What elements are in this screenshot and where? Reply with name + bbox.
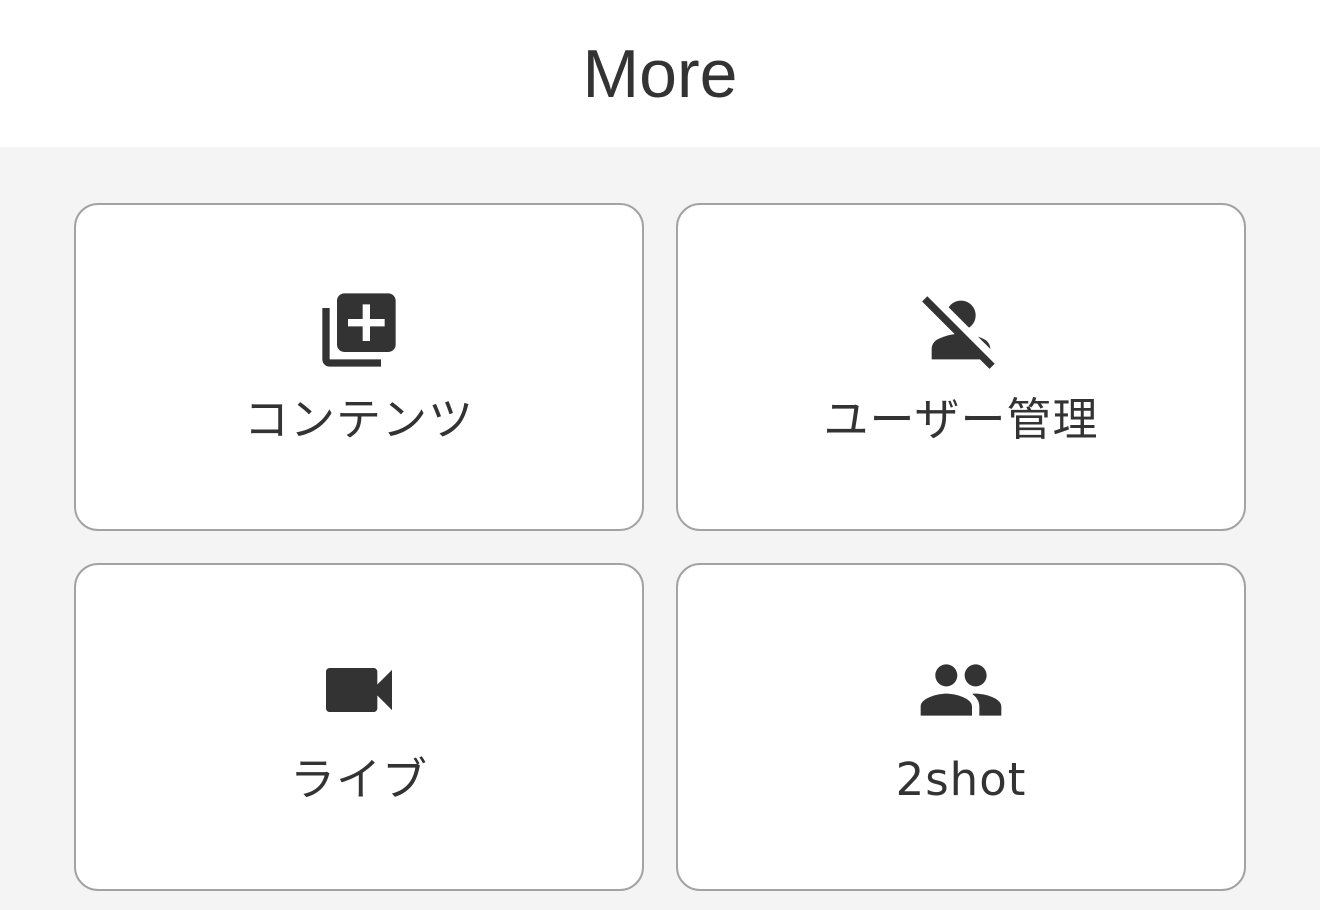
people-icon — [917, 646, 1005, 734]
library-add-icon — [315, 286, 403, 374]
menu-tile-label: ライブ — [289, 753, 428, 806]
menu-tile-label: コンテンツ — [243, 393, 474, 446]
app-header: More — [0, 0, 1320, 147]
videocam-icon — [315, 646, 403, 734]
menu-tile-user-management[interactable]: ユーザー管理 — [676, 203, 1246, 531]
menu-tile-2shot[interactable]: 2shot — [676, 563, 1246, 891]
person-off-icon — [917, 286, 1005, 374]
page-title: More — [582, 35, 738, 112]
menu-tile-label: ユーザー管理 — [823, 393, 1099, 446]
menu-tile-live[interactable]: ライブ — [74, 563, 644, 891]
menu-grid: コンテンツ ユーザー管理 ライブ 2shot — [74, 203, 1246, 891]
menu-tile-label: 2shot — [895, 753, 1027, 806]
menu-tile-contents[interactable]: コンテンツ — [74, 203, 644, 531]
